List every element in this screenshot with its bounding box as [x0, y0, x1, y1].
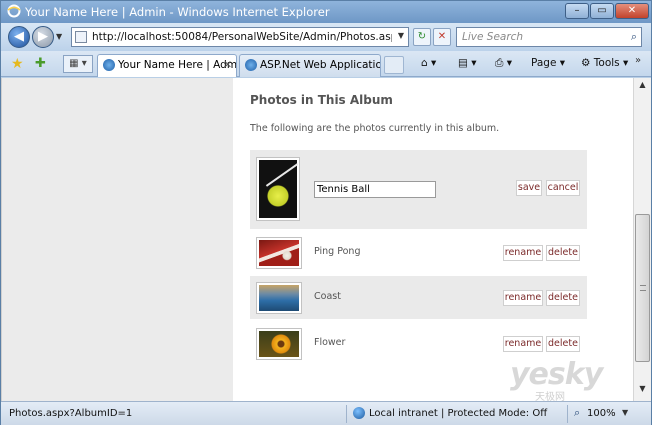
stop-icon: ✕ — [437, 31, 447, 42]
zoom-icon[interactable]: ⌕ — [574, 406, 580, 420]
stop-button[interactable]: ✕ — [433, 28, 451, 46]
forward-button[interactable]: ▶ — [32, 26, 54, 48]
minimize-button[interactable]: – — [565, 3, 589, 19]
home-icon[interactable]: ⌂ ▾ — [421, 57, 436, 69]
delete-button[interactable]: delete — [546, 245, 580, 261]
watermark-subtext: 天极网 — [535, 392, 565, 403]
address-bar[interactable]: http://localhost:50084/PersonalWebSite/A… — [71, 27, 409, 47]
globe-icon — [353, 407, 365, 419]
tools-menu[interactable]: ⚙ Tools ▾ — [581, 57, 628, 69]
status-divider — [346, 405, 347, 423]
page-menu-label: Page — [531, 57, 557, 69]
grip-icon — [640, 285, 646, 291]
back-button[interactable]: ◀ — [8, 26, 30, 48]
scroll-down-icon[interactable]: ▼ — [636, 384, 649, 398]
add-favorites-icon[interactable]: ✚ — [35, 56, 46, 71]
page-content: Photos in This Album The following are t… — [1, 78, 633, 401]
address-url[interactable]: http://localhost:50084/PersonalWebSite/A… — [92, 31, 392, 43]
browser-window: Your Name Here | Admin - Windows Interne… — [0, 0, 652, 425]
maximize-button[interactable]: ▭ — [590, 3, 614, 19]
coast-image — [259, 285, 299, 311]
photo-name: Coast — [314, 291, 341, 302]
security-zone[interactable]: Local intranet | Protected Mode: Off — [369, 408, 547, 419]
flower-image — [259, 331, 299, 357]
quick-tabs-button[interactable]: ▦ ▾ — [63, 55, 93, 73]
save-button[interactable]: save — [516, 180, 542, 196]
ie-logo-icon — [7, 4, 21, 18]
tab-label: ASP.Net Web Application ... — [260, 59, 380, 71]
rename-button[interactable]: rename — [503, 245, 543, 261]
scrollbar-thumb[interactable] — [635, 214, 650, 362]
photo-thumbnail[interactable] — [256, 282, 302, 314]
intro-text: The following are the photos currently i… — [250, 123, 500, 134]
zoom-dropdown-icon[interactable]: ▼ — [622, 408, 628, 417]
left-sidebar — [1, 78, 233, 401]
chevron-icon[interactable]: » — [635, 55, 641, 66]
delete-button[interactable]: delete — [546, 336, 580, 352]
quick-tabs-icon: ▦ ▾ — [69, 58, 87, 69]
page-menu[interactable]: Page ▾ — [531, 57, 565, 69]
tab-close-icon[interactable]: ✕ — [223, 55, 232, 75]
minimize-icon: – — [574, 5, 580, 16]
refresh-icon: ↻ — [417, 31, 427, 42]
title-bar: Your Name Here | Admin - Windows Interne… — [1, 1, 651, 23]
tab-ie-icon — [103, 59, 115, 71]
rename-button[interactable]: rename — [503, 290, 543, 306]
vertical-scrollbar[interactable]: ▲ ▼ — [633, 78, 651, 401]
main-panel: Photos in This Album The following are t… — [233, 78, 633, 401]
delete-button[interactable]: delete — [546, 290, 580, 306]
recent-pages-dropdown[interactable]: ▼ — [56, 32, 62, 41]
cancel-button[interactable]: cancel — [546, 180, 580, 196]
scroll-up-icon[interactable]: ▲ — [636, 80, 649, 94]
tab-label: Your Name Here | Admin — [118, 59, 237, 71]
photo-thumbnail[interactable] — [256, 237, 302, 269]
tools-menu-label: Tools — [593, 57, 620, 69]
search-icon[interactable]: ⌕ — [631, 30, 637, 44]
status-bar: Photos.aspx?AlbumID=1 Local intranet | P… — [1, 401, 651, 425]
tab-active[interactable]: Your Name Here | Admin ✕ — [97, 54, 237, 77]
status-url: Photos.aspx?AlbumID=1 — [9, 408, 133, 419]
photo-row: Ping Pong rename delete — [250, 231, 587, 274]
photo-name: Flower — [314, 337, 346, 348]
photo-row-editing: Tennis Ball save cancel — [250, 150, 587, 229]
photo-name-input[interactable]: Tennis Ball — [314, 181, 436, 198]
watermark-logo: yesky — [510, 357, 603, 392]
close-button[interactable]: ✕ — [615, 3, 649, 19]
status-divider — [567, 405, 568, 423]
photo-thumbnail[interactable] — [256, 157, 300, 221]
rename-button[interactable]: rename — [503, 336, 543, 352]
print-icon[interactable]: ⎙ ▾ — [495, 57, 512, 70]
ping-pong-image — [259, 240, 299, 266]
refresh-button[interactable]: ↻ — [413, 28, 431, 46]
address-dropdown-icon[interactable]: ▼ — [398, 31, 404, 40]
maximize-icon: ▭ — [597, 5, 607, 16]
page-title: Photos in This Album — [250, 93, 393, 107]
tab-bar: ★ ✚ ▦ ▾ Your Name Here | Admin ✕ ASP.Net… — [1, 51, 651, 77]
forward-arrow-icon: ▶ — [38, 29, 48, 44]
photo-thumbnail[interactable] — [256, 328, 302, 360]
address-toolbar: ◀ ▶ ▼ http://localhost:50084/PersonalWeb… — [1, 23, 651, 51]
tab-inactive[interactable]: ASP.Net Web Application ... — [239, 54, 381, 77]
favorites-star-icon[interactable]: ★ — [11, 56, 24, 72]
photo-name: Ping Pong — [314, 246, 361, 257]
search-box[interactable]: Live Search ⌕ — [456, 27, 642, 47]
tab-ie-icon — [245, 59, 257, 71]
back-arrow-icon: ◀ — [14, 29, 24, 44]
zoom-level[interactable]: 100% — [587, 408, 616, 419]
tennis-ball-image — [259, 160, 297, 218]
feeds-icon[interactable]: ▤ ▾ — [458, 57, 477, 69]
photo-row: Coast rename delete — [250, 276, 587, 319]
window-title: Your Name Here | Admin - Windows Interne… — [25, 5, 330, 19]
page-icon — [75, 31, 87, 43]
search-placeholder: Live Search — [462, 31, 524, 43]
close-icon: ✕ — [627, 5, 637, 16]
new-tab-button[interactable] — [384, 56, 404, 74]
